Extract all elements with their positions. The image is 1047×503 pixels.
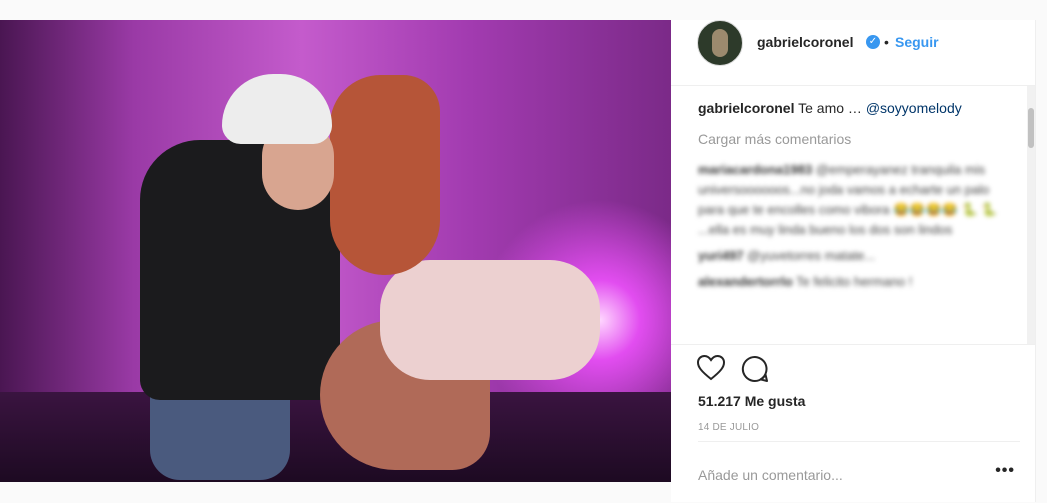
load-more-comments-button[interactable]: Cargar más comentarios [698,131,851,147]
comment-username[interactable]: mariacardona1983 [698,162,812,177]
more-options-icon[interactable]: ••• [995,462,1015,480]
likes-count[interactable]: 51.217 Me gusta [698,393,805,409]
comment-username[interactable]: alexandertorrlo [698,274,793,289]
follow-button[interactable]: Seguir [895,34,939,50]
post-side-panel: gabrielcoronel ✓ • Seguir gabrielcoronel… [671,20,1036,502]
comment-username[interactable]: yuri497 [698,248,744,263]
list-item: alexandertorrlo Te felicito hermano ! [698,272,998,292]
verified-badge-icon: ✓ [866,35,880,49]
caption-mention[interactable]: @soyyomelody [866,100,962,116]
comment-text: Te felicito hermano ! [796,274,913,289]
blurred-comments: mariacardona1983 @emperayanez tranquila … [698,160,998,292]
add-comment-bar: Añade un comentario... ••• [698,441,1020,502]
post-photo[interactable] [0,20,671,482]
comments-scrollbar[interactable] [1027,86,1035,344]
photo-figure [380,260,600,380]
add-comment-input[interactable]: Añade un comentario... [698,467,843,483]
scrollbar-thumb[interactable] [1028,108,1034,148]
post-date[interactable]: 14 DE JULIO [698,422,759,433]
heart-icon[interactable] [696,354,726,386]
caption-username[interactable]: gabrielcoronel [698,100,794,116]
list-item: yuri497 @yuvetorres matate... [698,246,998,266]
list-item: mariacardona1983 @emperayanez tranquila … [698,160,998,240]
comment-text: @yuvetorres matate... [747,248,876,263]
post-header: gabrielcoronel ✓ • Seguir [671,20,1035,86]
caption: gabrielcoronel Te amo … @soyyomelody [698,100,962,116]
header-username[interactable]: gabrielcoronel [757,34,853,50]
photo-figure [222,74,332,144]
separator-dot: • [884,34,889,50]
avatar[interactable] [697,20,743,66]
caption-text: Te amo … [798,100,862,116]
photo-figure [330,75,440,275]
comments-list[interactable]: gabrielcoronel Te amo … @soyyomelody Car… [671,86,1035,344]
comment-icon[interactable] [741,355,769,388]
